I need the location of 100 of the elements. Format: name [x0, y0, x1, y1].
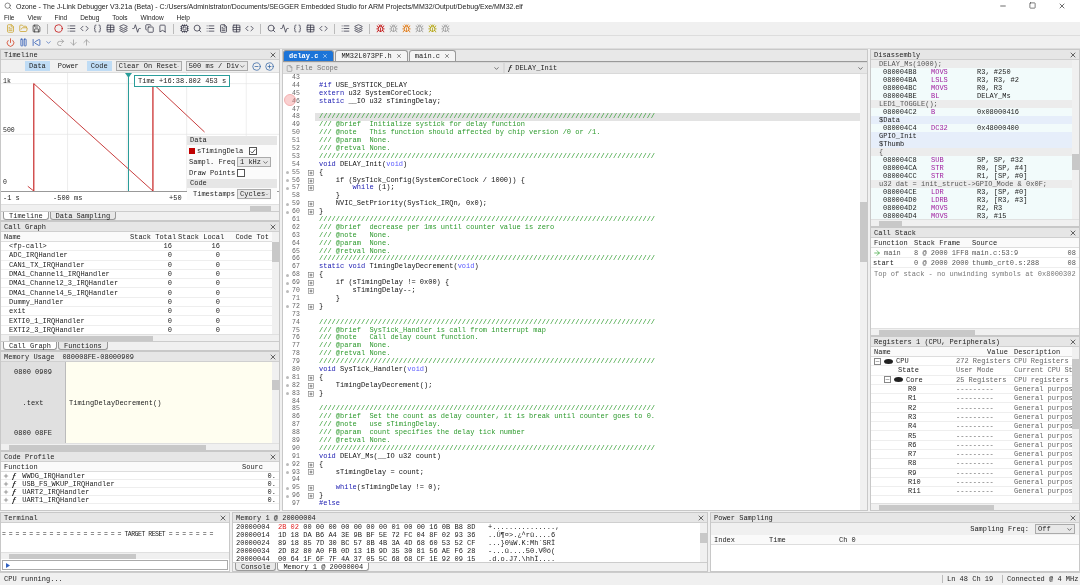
expand-icon[interactable] — [307, 469, 314, 476]
search-icon[interactable] — [267, 24, 276, 33]
scrollbar[interactable] — [1, 552, 229, 559]
bug-icon[interactable] — [415, 24, 424, 33]
close-icon[interactable] — [444, 53, 451, 59]
scrollbar[interactable] — [871, 219, 1079, 226]
checkbox[interactable] — [249, 147, 257, 155]
line-marker-icon — [286, 376, 289, 380]
close-icon[interactable] — [219, 513, 227, 522]
table-icon[interactable] — [232, 24, 241, 33]
close-icon[interactable] — [1069, 513, 1077, 522]
close-icon[interactable] — [697, 513, 705, 522]
layers-icon[interactable] — [119, 24, 128, 33]
power-icon[interactable] — [6, 37, 15, 47]
list-icon[interactable] — [341, 24, 350, 33]
expand-icon[interactable] — [307, 485, 314, 492]
expand-icon[interactable] — [307, 382, 314, 389]
expand-icon[interactable] — [307, 280, 314, 287]
copy-icon[interactable] — [145, 24, 154, 33]
scrollbar[interactable] — [860, 74, 867, 510]
line-marker-icon — [286, 463, 289, 467]
close-icon[interactable] — [1069, 337, 1077, 346]
expand-icon[interactable] — [307, 493, 314, 500]
activity-icon[interactable] — [132, 24, 141, 33]
scrollbar[interactable] — [871, 328, 1079, 335]
bookmark-icon[interactable] — [158, 24, 167, 33]
zoom-in-icon[interactable] — [264, 61, 274, 71]
bug-icon[interactable] — [389, 24, 398, 33]
time-cursor[interactable] — [125, 73, 132, 191]
chip-icon — [884, 358, 893, 364]
expand-icon[interactable] — [307, 209, 314, 216]
expand-icon[interactable] — [3, 481, 9, 487]
close-icon[interactable] — [269, 222, 277, 231]
collapse-icon[interactable] — [884, 376, 891, 384]
checkbox[interactable] — [237, 169, 245, 177]
expand-icon[interactable] — [3, 497, 9, 503]
expand-icon[interactable] — [307, 169, 314, 176]
close-icon[interactable] — [395, 53, 402, 59]
pause-icon[interactable] — [19, 37, 28, 47]
braces-icon[interactable] — [293, 24, 302, 33]
table-icon[interactable] — [306, 24, 315, 33]
maximize-icon[interactable] — [1029, 2, 1036, 9]
expand-icon[interactable] — [307, 272, 314, 279]
document-icon[interactable] — [219, 24, 228, 33]
step-out-icon[interactable] — [82, 37, 91, 47]
scrollbar[interactable] — [1, 204, 279, 211]
record-icon[interactable] — [54, 24, 63, 33]
code-icon[interactable] — [245, 24, 254, 33]
close-icon[interactable] — [269, 50, 277, 59]
braces-icon[interactable] — [93, 24, 102, 33]
list-icon[interactable] — [67, 24, 76, 33]
expand-icon[interactable] — [307, 461, 314, 468]
close-icon[interactable] — [269, 352, 277, 361]
bug-icon[interactable] — [402, 24, 411, 33]
step-back-icon[interactable] — [32, 37, 41, 47]
save-icon[interactable] — [32, 24, 41, 33]
close-icon[interactable] — [269, 452, 277, 461]
caret-icon[interactable] — [45, 38, 52, 46]
table-icon[interactable] — [106, 24, 115, 33]
expand-icon[interactable] — [307, 185, 314, 192]
close-icon[interactable] — [1069, 50, 1077, 59]
expand-icon[interactable] — [307, 201, 314, 208]
activity-icon[interactable] — [280, 24, 289, 33]
expand-icon[interactable] — [3, 473, 9, 479]
scrollbar[interactable] — [1072, 60, 1079, 219]
list-icon[interactable] — [206, 24, 215, 33]
step-into-icon[interactable] — [69, 37, 78, 47]
expand-icon[interactable] — [307, 288, 314, 294]
search-icon[interactable] — [193, 24, 202, 33]
scrollbar[interactable] — [272, 362, 279, 443]
zoom-out-icon[interactable] — [251, 61, 261, 71]
expand-icon[interactable] — [307, 374, 314, 381]
scrollbar[interactable] — [272, 232, 279, 334]
bug-icon[interactable] — [376, 24, 385, 33]
scrollbar[interactable] — [1, 443, 279, 450]
expand-icon[interactable] — [307, 177, 314, 184]
folder-open-icon[interactable] — [19, 24, 28, 33]
step-over-icon[interactable] — [56, 37, 65, 47]
scrollbar[interactable] — [1072, 347, 1079, 503]
layers-icon[interactable] — [354, 24, 363, 33]
caret-icon — [262, 158, 269, 166]
expand-icon[interactable] — [307, 303, 314, 310]
collapse-icon[interactable] — [874, 357, 881, 365]
minimize-icon[interactable] — [999, 2, 1007, 10]
close-icon[interactable] — [1058, 2, 1066, 10]
code-icon[interactable] — [319, 24, 328, 33]
line-marker-icon — [286, 186, 289, 190]
expand-icon[interactable] — [3, 489, 9, 495]
chip-icon[interactable] — [180, 24, 189, 33]
line-marker-icon — [286, 494, 289, 498]
scrollbar[interactable] — [700, 523, 707, 562]
code-icon[interactable] — [80, 24, 89, 33]
scrollbar[interactable] — [871, 503, 1079, 510]
line-marker-icon — [286, 202, 289, 206]
line-marker-icon — [286, 305, 289, 309]
close-icon[interactable] — [1069, 228, 1077, 237]
command-field[interactable] — [2, 560, 228, 570]
expand-icon[interactable] — [307, 390, 314, 397]
bug-icon[interactable] — [441, 24, 450, 33]
caret-icon — [857, 64, 864, 72]
